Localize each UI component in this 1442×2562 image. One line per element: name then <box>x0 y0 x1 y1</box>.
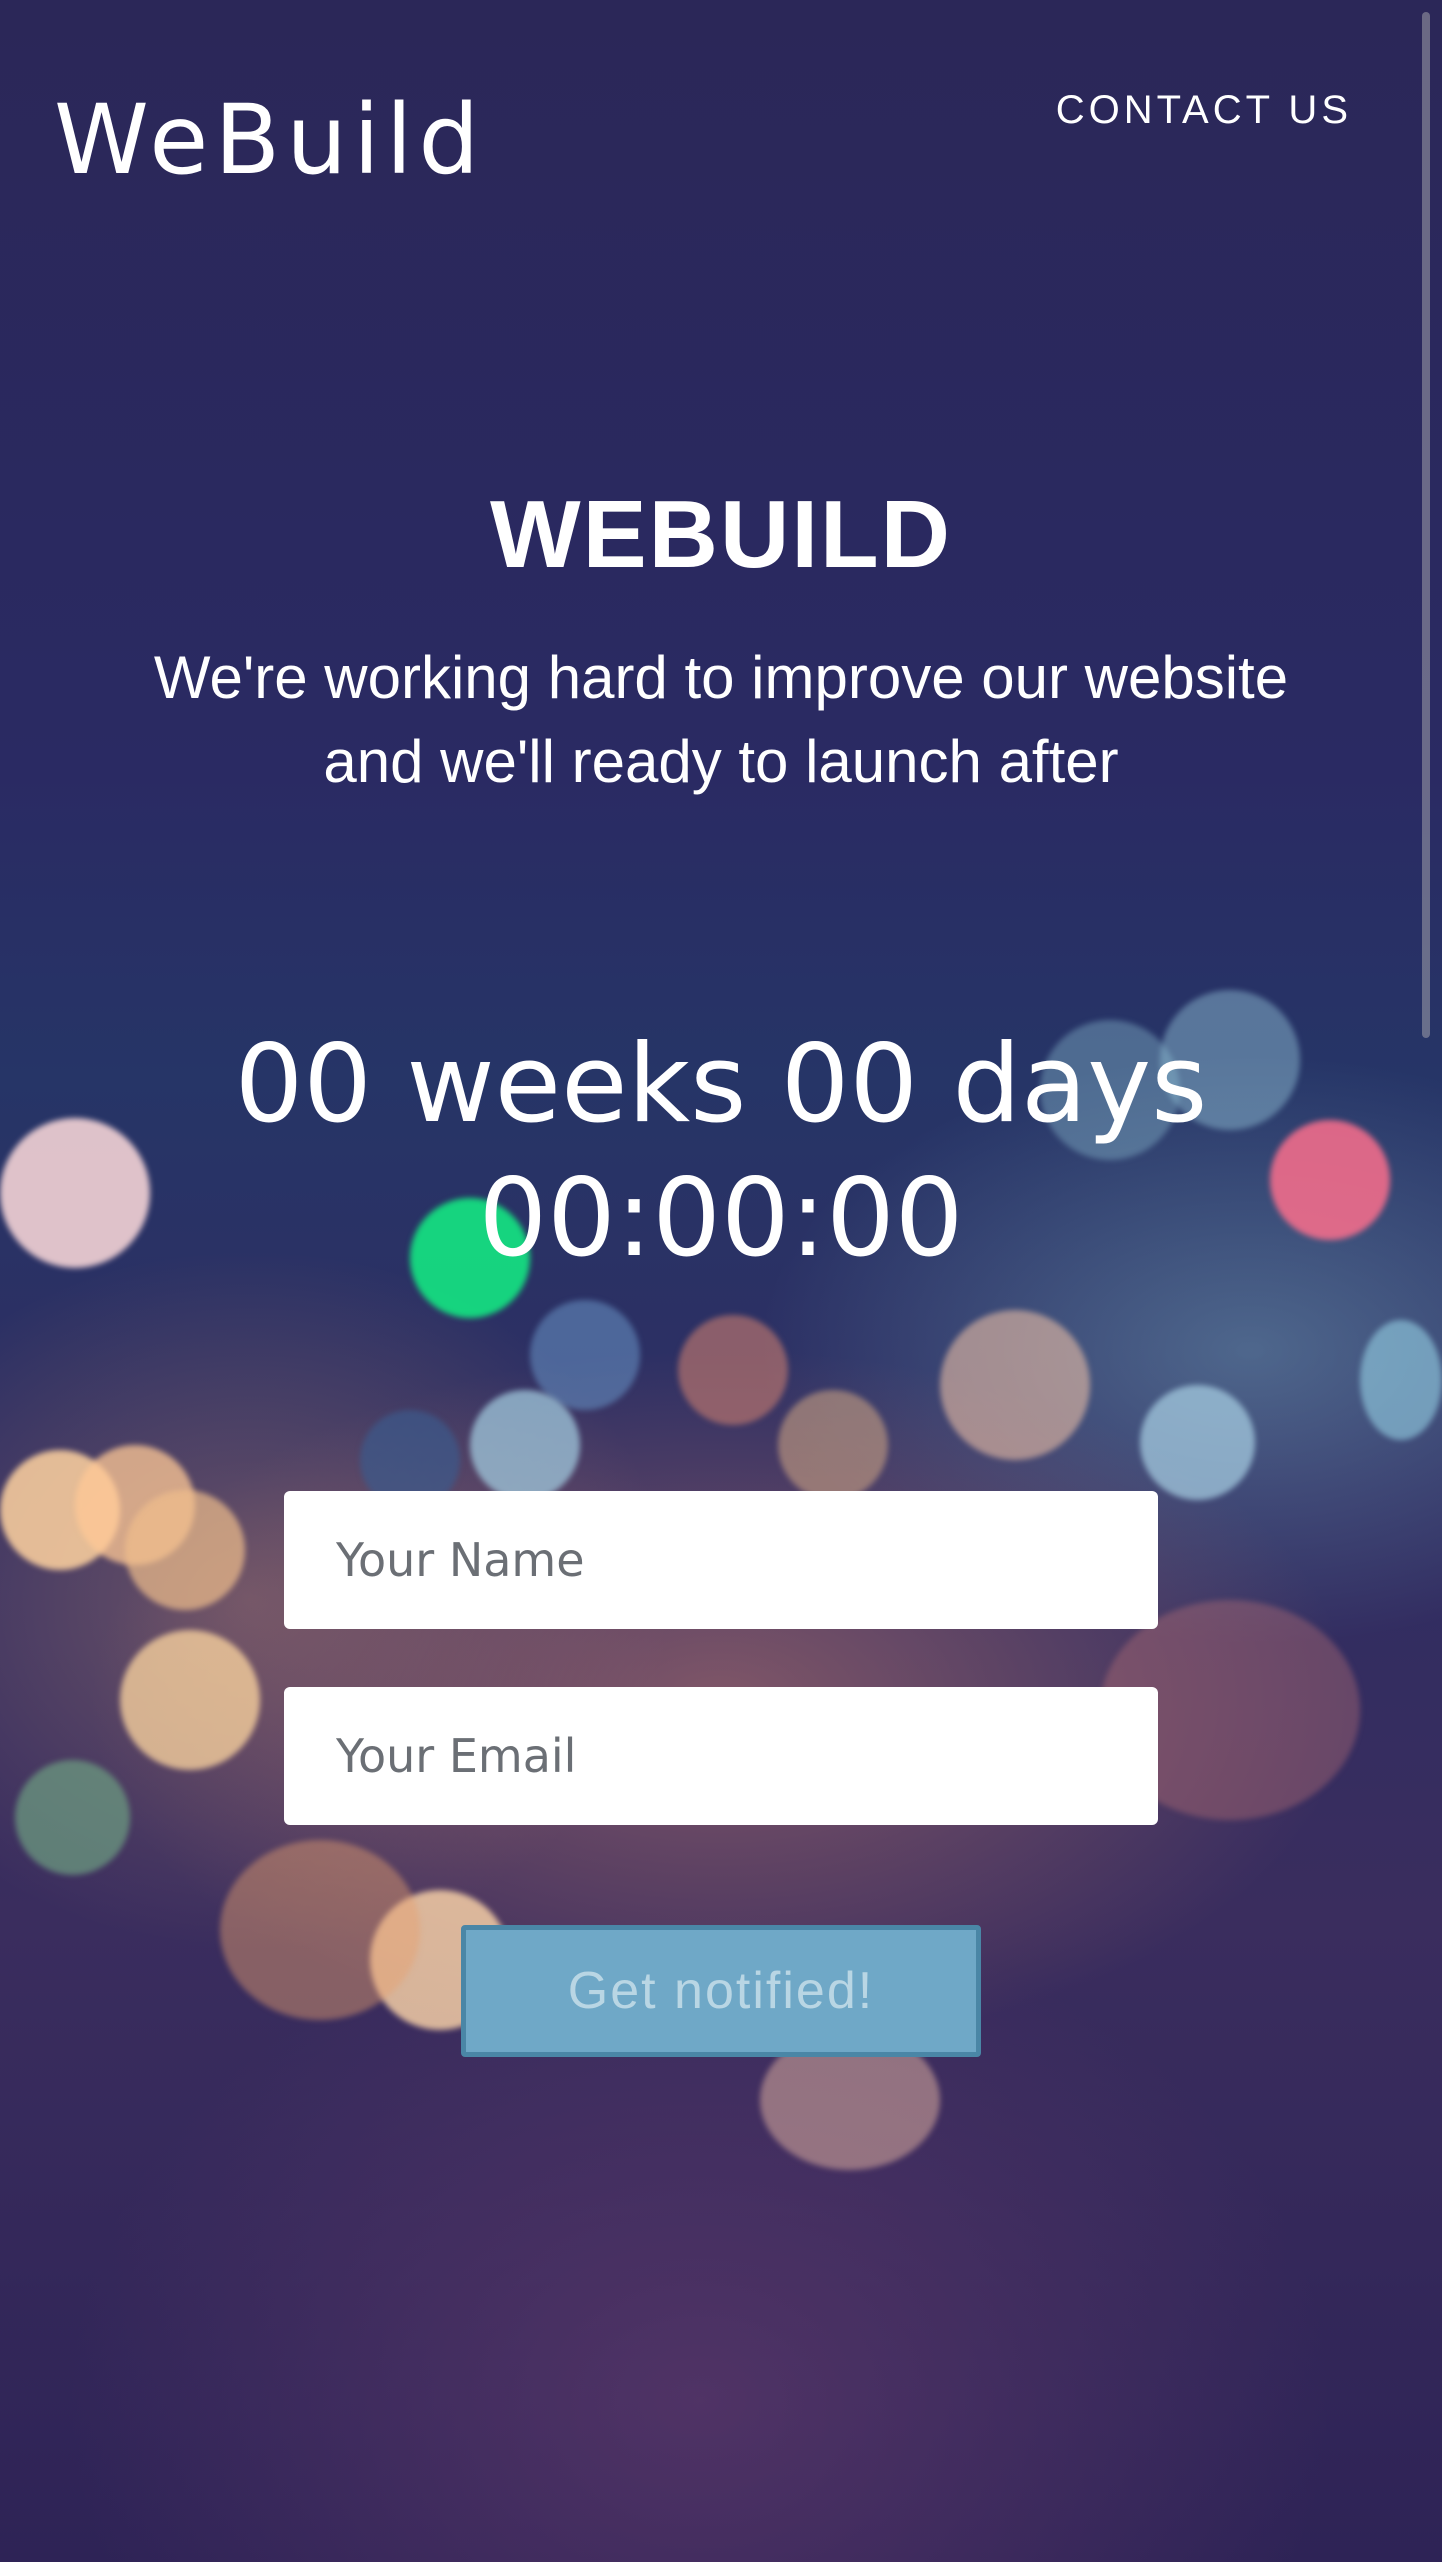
name-input[interactable] <box>284 1491 1158 1629</box>
get-notified-button[interactable]: Get notified! <box>461 1925 981 2057</box>
bokeh-light <box>120 1630 260 1770</box>
bokeh-light <box>940 1310 1090 1460</box>
countdown-timer: 00 weeks 00 days 00:00:00 <box>0 1018 1442 1286</box>
email-input[interactable] <box>284 1687 1158 1825</box>
hero-subtitle: We're working hard to improve our websit… <box>80 636 1362 804</box>
bokeh-light <box>125 1490 245 1610</box>
bokeh-light <box>678 1315 788 1425</box>
bokeh-light <box>15 1760 130 1875</box>
bokeh-light <box>220 1840 420 2020</box>
contact-us-link[interactable]: CONTACT US <box>1056 88 1352 133</box>
subtitle-line: We're working hard to improve our websit… <box>153 644 1289 711</box>
subtitle-line: and we'll ready to launch after <box>323 728 1119 795</box>
logo[interactable]: WeBuild <box>54 84 485 196</box>
bokeh-light <box>1360 1320 1442 1440</box>
page-title: WEBUILD <box>490 481 952 588</box>
countdown-clock: 00:00:00 <box>478 1156 964 1281</box>
countdown-weeks-days: 00 weeks 00 days <box>234 1022 1208 1147</box>
bokeh-light <box>778 1390 888 1500</box>
bokeh-light <box>1140 1385 1255 1500</box>
bokeh-light <box>470 1390 580 1500</box>
